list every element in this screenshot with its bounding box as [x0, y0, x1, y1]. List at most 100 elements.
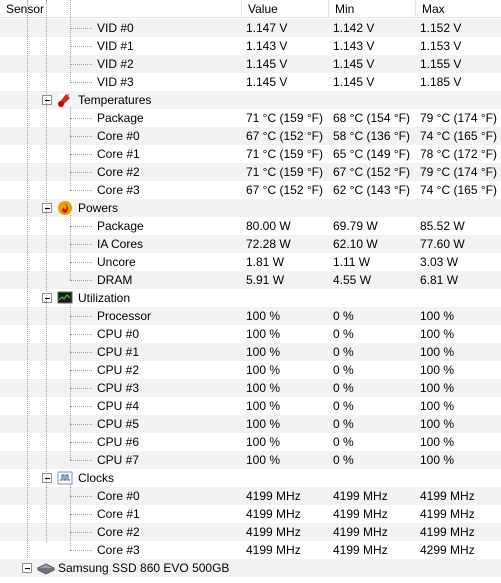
sensor-min: 69.79 W — [333, 219, 378, 233]
sensor-max: 78 °C (172 °F) — [420, 147, 497, 161]
sensor-value: 100 % — [246, 453, 281, 467]
sensor-name: CPU #6 — [97, 435, 140, 449]
sensor-name: VID #3 — [97, 75, 134, 89]
sensor-max: 100 % — [420, 345, 455, 359]
sensor-name: CPU #0 — [97, 327, 140, 341]
monitor-icon — [57, 290, 73, 306]
tree-line — [46, 0, 47, 542]
sensor-value: 4199 MHz — [246, 507, 301, 521]
column-header: Sensor Value Min Max — [0, 0, 501, 18]
device-row[interactable]: Samsung SSD 860 EVO 500GB — [0, 559, 501, 577]
tree-line — [70, 28, 92, 29]
collapse-icon[interactable] — [42, 95, 52, 105]
sensor-name: CPU #4 — [97, 399, 140, 413]
group-row-clocks[interactable]: Clocks — [0, 469, 501, 487]
sensor-min: 0 % — [333, 345, 354, 359]
sensor-value: 100 % — [246, 435, 281, 449]
tree-line — [70, 118, 92, 119]
header-max[interactable]: Max — [416, 0, 501, 18]
tree-line — [70, 460, 92, 461]
group-row-utilization[interactable]: Utilization — [0, 289, 501, 307]
sensor-max: 100 % — [420, 453, 455, 467]
sensor-max: 3.03 W — [420, 255, 459, 269]
group-label: Powers — [78, 201, 119, 215]
sensor-min: 0 % — [333, 453, 354, 467]
sensor-min: 58 °C (136 °F) — [333, 129, 410, 143]
sensor-max: 100 % — [420, 363, 455, 377]
sensor-min: 0 % — [333, 399, 354, 413]
sensor-min: 4199 MHz — [333, 525, 388, 539]
sensor-min: 4199 MHz — [333, 489, 388, 503]
sensor-min: 67 °C (152 °F) — [333, 165, 410, 179]
sensor-max: 100 % — [420, 399, 455, 413]
sensor-max: 4199 MHz — [420, 489, 475, 503]
sensor-name: CPU #3 — [97, 381, 140, 395]
sensor-max: 100 % — [420, 327, 455, 341]
sensor-value: 72.28 W — [246, 237, 291, 251]
drive-icon — [36, 561, 56, 577]
header-min[interactable]: Min — [329, 0, 416, 18]
collapse-icon[interactable] — [42, 473, 52, 483]
sensor-name: CPU #2 — [97, 363, 140, 377]
sensor-max: 100 % — [420, 309, 455, 323]
sensor-min: 68 °C (154 °F) — [333, 111, 410, 125]
group-label: Utilization — [78, 291, 131, 305]
sensor-max: 4199 MHz — [420, 525, 475, 539]
tree-line — [70, 280, 92, 281]
sensor-min: 0 % — [333, 309, 354, 323]
sensor-max: 100 % — [420, 435, 455, 449]
tree-line — [70, 136, 92, 137]
header-sensor[interactable]: Sensor — [0, 0, 242, 18]
thermometer-icon — [57, 92, 73, 108]
sensor-value: 80.00 W — [246, 219, 291, 233]
sensor-min: 0 % — [333, 363, 354, 377]
sensor-name: VID #0 — [97, 21, 134, 35]
sensor-value: 71 °C (159 °F) — [246, 147, 323, 161]
tree-line — [70, 370, 92, 371]
tree-line — [70, 154, 92, 155]
header-value[interactable]: Value — [242, 0, 329, 18]
sensor-max: 100 % — [420, 381, 455, 395]
sensor-min: 4199 MHz — [333, 543, 388, 557]
sensor-min: 1.145 V — [333, 57, 375, 71]
sensor-value: 1.145 V — [246, 57, 288, 71]
sensor-max: 100 % — [420, 417, 455, 431]
sensor-name: Core #1 — [97, 507, 140, 521]
sensor-min: 4199 MHz — [333, 507, 388, 521]
sensor-min: 0 % — [333, 417, 354, 431]
sensor-value: 100 % — [246, 327, 281, 341]
sensor-value: 1.81 W — [246, 255, 285, 269]
sensor-max: 1.185 V — [420, 75, 462, 89]
sensor-name: IA Cores — [97, 237, 144, 251]
sensor-min: 1.143 V — [333, 39, 375, 53]
sensor-name: Core #3 — [97, 183, 140, 197]
clock-wave-icon — [57, 470, 73, 486]
sensor-value: 4199 MHz — [246, 525, 301, 539]
group-row-powers[interactable]: Powers — [0, 199, 501, 217]
sensor-max: 4199 MHz — [420, 507, 475, 521]
tree-line — [70, 244, 92, 245]
sensor-min: 1.11 W — [333, 255, 371, 269]
group-label: Clocks — [78, 471, 115, 485]
collapse-icon[interactable] — [42, 203, 52, 213]
sensor-value: 71 °C (159 °F) — [246, 165, 323, 179]
collapse-icon[interactable] — [42, 293, 52, 303]
sensor-name: Core #1 — [97, 147, 140, 161]
tree-line — [70, 46, 92, 47]
sensor-name: Core #2 — [97, 165, 140, 179]
tree-line — [70, 388, 92, 389]
tree-line — [70, 64, 92, 65]
tree-line — [70, 424, 92, 425]
group-row-temperatures[interactable]: Temperatures — [0, 91, 501, 109]
tree-line — [27, 0, 28, 570]
sensor-value: 100 % — [246, 417, 281, 431]
tree-line — [70, 334, 92, 335]
collapse-icon[interactable] — [22, 563, 32, 573]
sensor-max: 77.60 W — [420, 237, 465, 251]
sensor-value: 100 % — [246, 399, 281, 413]
tree-line — [70, 514, 92, 515]
sensor-name: Core #2 — [97, 525, 140, 539]
sensor-name: Core #0 — [97, 129, 140, 143]
tree-line — [70, 215, 71, 280]
sensor-value: 100 % — [246, 309, 281, 323]
